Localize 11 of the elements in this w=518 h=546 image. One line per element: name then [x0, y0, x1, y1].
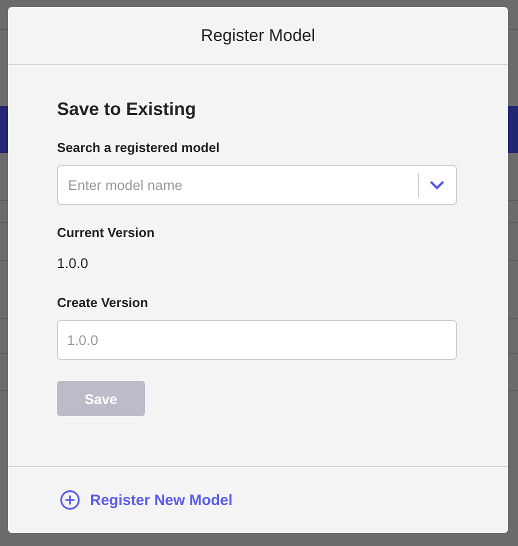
section-heading: Save to Existing — [57, 99, 196, 120]
chevron-down-icon — [430, 181, 444, 190]
field-label: Search a registered model — [57, 140, 220, 155]
dialog-title: Register Model — [200, 26, 316, 46]
field-label: Create Version — [57, 295, 148, 310]
version-input[interactable]: 1.0.0 — [57, 320, 457, 360]
field-label: Current Version — [57, 225, 155, 240]
register-new-model-link[interactable]: Register New Model — [60, 490, 233, 510]
plus-circle-icon — [60, 490, 80, 510]
version-value: 1.0.0 — [57, 255, 88, 271]
model-search-field[interactable]: Enter model name — [57, 165, 457, 205]
